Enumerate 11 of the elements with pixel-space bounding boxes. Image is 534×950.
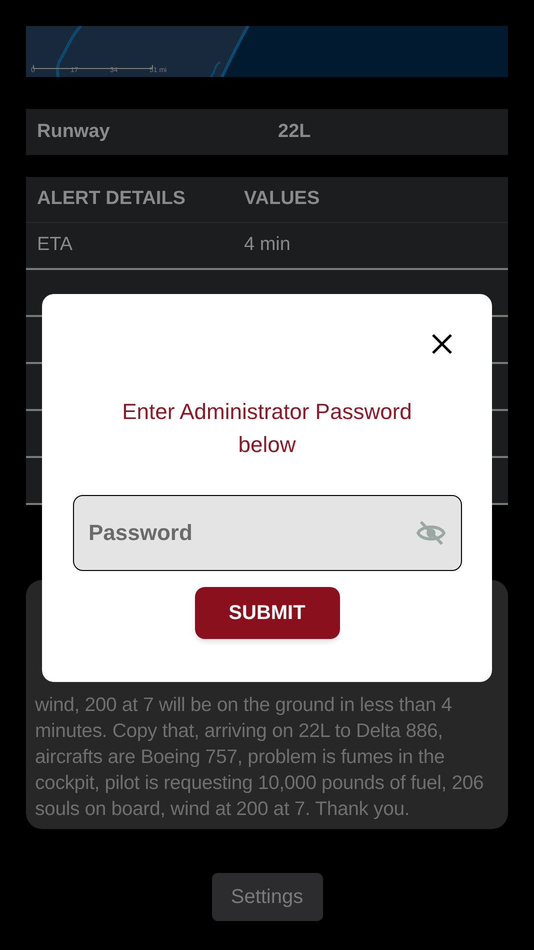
- password-field[interactable]: Password: [72, 495, 462, 571]
- submit-button[interactable]: SUBMIT: [194, 587, 340, 639]
- table-cell-text: ETA: [36, 233, 74, 258]
- close-icon[interactable]: [431, 333, 453, 355]
- runway-label: Runway: [36, 120, 111, 144]
- table-cell-text: 4 min: [244, 233, 290, 258]
- runway-value: 22L: [277, 120, 312, 144]
- transcript-text: wind, 200 at 7 will be on the ground in less than 4 minutes. Copy that, arriving on 22L to Delta 886, aircrafts are Boeing 757, problem is fumes in the cockpit, pilot is requesting 10,000 pounds of fuel, 206 souls on board, wind at 200 at 7. Thank you.: [35, 693, 485, 822]
- dialog-message: Enter Administrator Password below: [121, 398, 413, 459]
- column-header: VALUES: [244, 187, 320, 212]
- column-header: ALERT DETAILS: [36, 187, 186, 212]
